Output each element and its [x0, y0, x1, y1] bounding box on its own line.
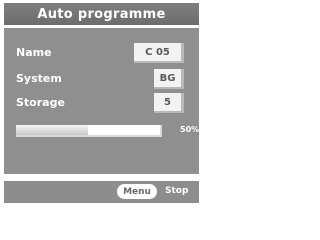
- name-label: Name: [16, 46, 52, 59]
- storage-value[interactable]: 5: [154, 93, 184, 113]
- progress-percent: 50%: [180, 125, 200, 134]
- name-row: Name C 05: [4, 43, 199, 65]
- storage-label: Storage: [16, 96, 65, 109]
- menu-button[interactable]: Menu: [117, 184, 157, 199]
- system-row: System BG: [4, 69, 199, 91]
- footer-bar: Menu Stop: [4, 181, 199, 203]
- progress-bar: [16, 125, 162, 137]
- system-value[interactable]: BG: [154, 69, 184, 89]
- stop-label: Stop: [165, 186, 189, 196]
- system-label: System: [16, 72, 62, 85]
- storage-row: Storage 5: [4, 93, 199, 115]
- progress-fill: [16, 125, 88, 135]
- auto-programme-panel: Name C 05 System BG Storage 5 50%: [4, 28, 199, 174]
- dialog-title: Auto programme: [4, 3, 199, 25]
- name-value[interactable]: C 05: [134, 43, 184, 63]
